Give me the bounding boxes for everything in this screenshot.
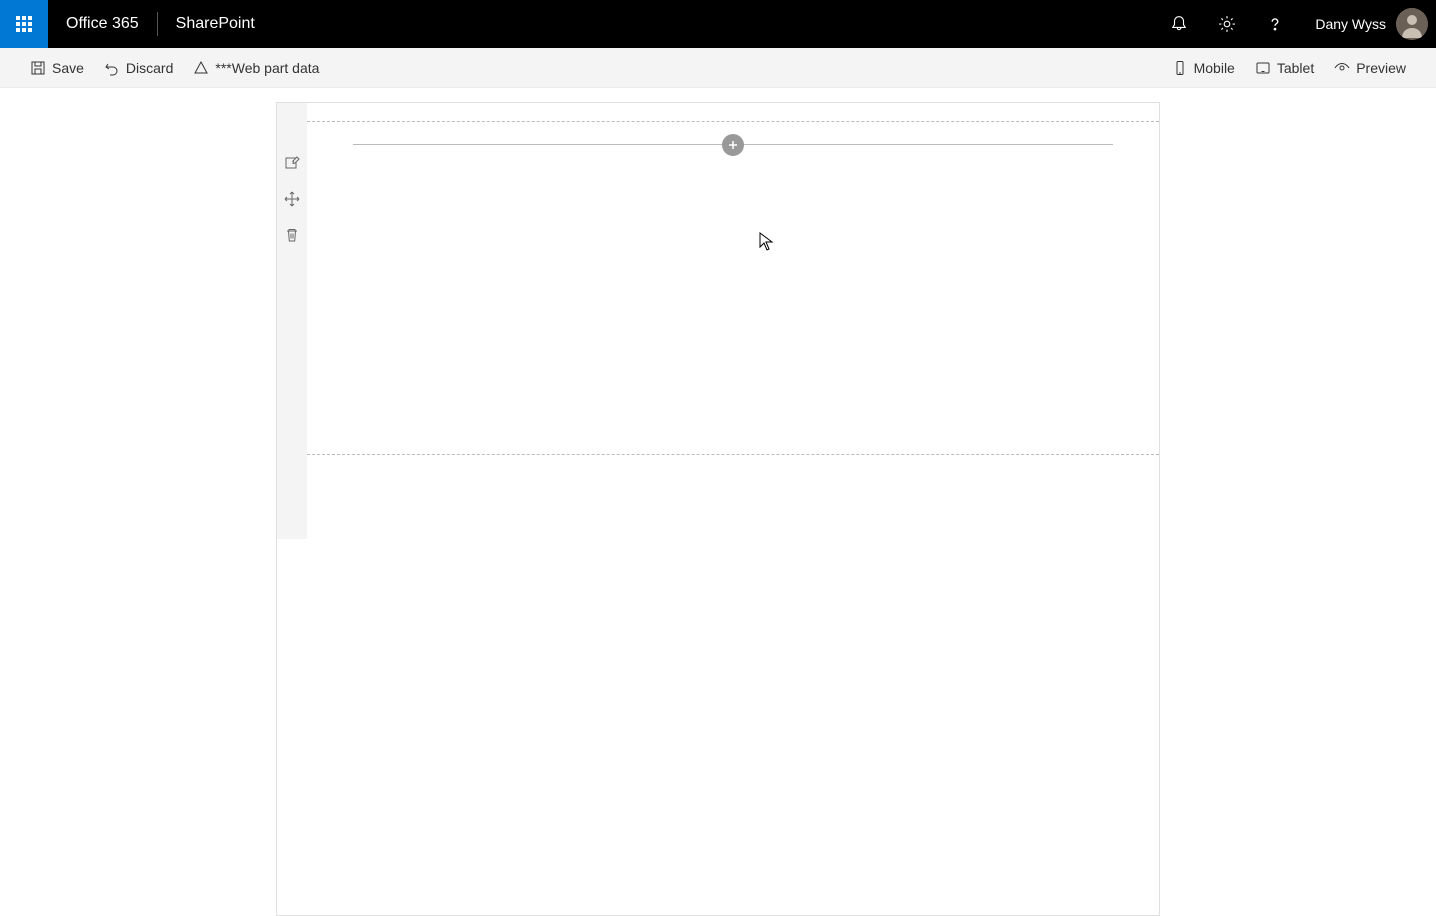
webpartdata-label: ***Web part data bbox=[215, 60, 319, 76]
preview-button[interactable]: Preview bbox=[1324, 54, 1416, 82]
gear-icon bbox=[1218, 15, 1236, 33]
bell-icon bbox=[1170, 15, 1188, 33]
zone-divider bbox=[353, 144, 1113, 145]
question-icon bbox=[1266, 15, 1284, 33]
notifications-button[interactable] bbox=[1155, 0, 1203, 48]
plus-icon bbox=[727, 139, 739, 151]
trash-icon bbox=[284, 227, 300, 243]
help-button[interactable] bbox=[1251, 0, 1299, 48]
mobile-icon bbox=[1172, 60, 1188, 76]
tablet-icon bbox=[1255, 60, 1271, 76]
command-bar: Save Discard ***Web part data Mobile Tab… bbox=[0, 48, 1436, 88]
preview-label: Preview bbox=[1356, 60, 1406, 76]
page-section[interactable] bbox=[307, 121, 1159, 455]
sharepoint-link[interactable]: SharePoint bbox=[158, 0, 273, 48]
mobile-button[interactable]: Mobile bbox=[1162, 54, 1245, 82]
save-button[interactable]: Save bbox=[20, 54, 94, 82]
tablet-label: Tablet bbox=[1277, 60, 1314, 76]
move-section-button[interactable] bbox=[282, 189, 302, 209]
save-icon bbox=[30, 60, 46, 76]
eye-icon bbox=[1334, 60, 1350, 76]
discard-button[interactable]: Discard bbox=[94, 54, 183, 82]
waffle-icon bbox=[16, 16, 32, 32]
user-menu[interactable]: Dany Wyss bbox=[1299, 8, 1436, 40]
discard-label: Discard bbox=[126, 60, 173, 76]
edit-icon bbox=[284, 155, 300, 171]
settings-button[interactable] bbox=[1203, 0, 1251, 48]
avatar bbox=[1396, 8, 1428, 40]
save-label: Save bbox=[52, 60, 84, 76]
tablet-button[interactable]: Tablet bbox=[1245, 54, 1324, 82]
suite-header: Office 365 SharePoint Dany Wyss bbox=[0, 0, 1436, 48]
move-icon bbox=[284, 191, 300, 207]
mobile-label: Mobile bbox=[1194, 60, 1235, 76]
add-webpart-button[interactable] bbox=[722, 134, 744, 156]
delete-section-button[interactable] bbox=[282, 225, 302, 245]
canvas-wrapper bbox=[0, 88, 1436, 916]
webpartdata-button[interactable]: ***Web part data bbox=[183, 54, 329, 82]
edit-section-button[interactable] bbox=[282, 153, 302, 173]
triangle-icon bbox=[193, 60, 209, 76]
office365-link[interactable]: Office 365 bbox=[48, 0, 157, 48]
webpart-zone[interactable] bbox=[353, 144, 1113, 145]
undo-icon bbox=[104, 60, 120, 76]
section-toolbar bbox=[277, 103, 307, 539]
user-name-label: Dany Wyss bbox=[1315, 16, 1386, 32]
app-launcher-button[interactable] bbox=[0, 0, 48, 48]
page-canvas[interactable] bbox=[276, 102, 1160, 916]
